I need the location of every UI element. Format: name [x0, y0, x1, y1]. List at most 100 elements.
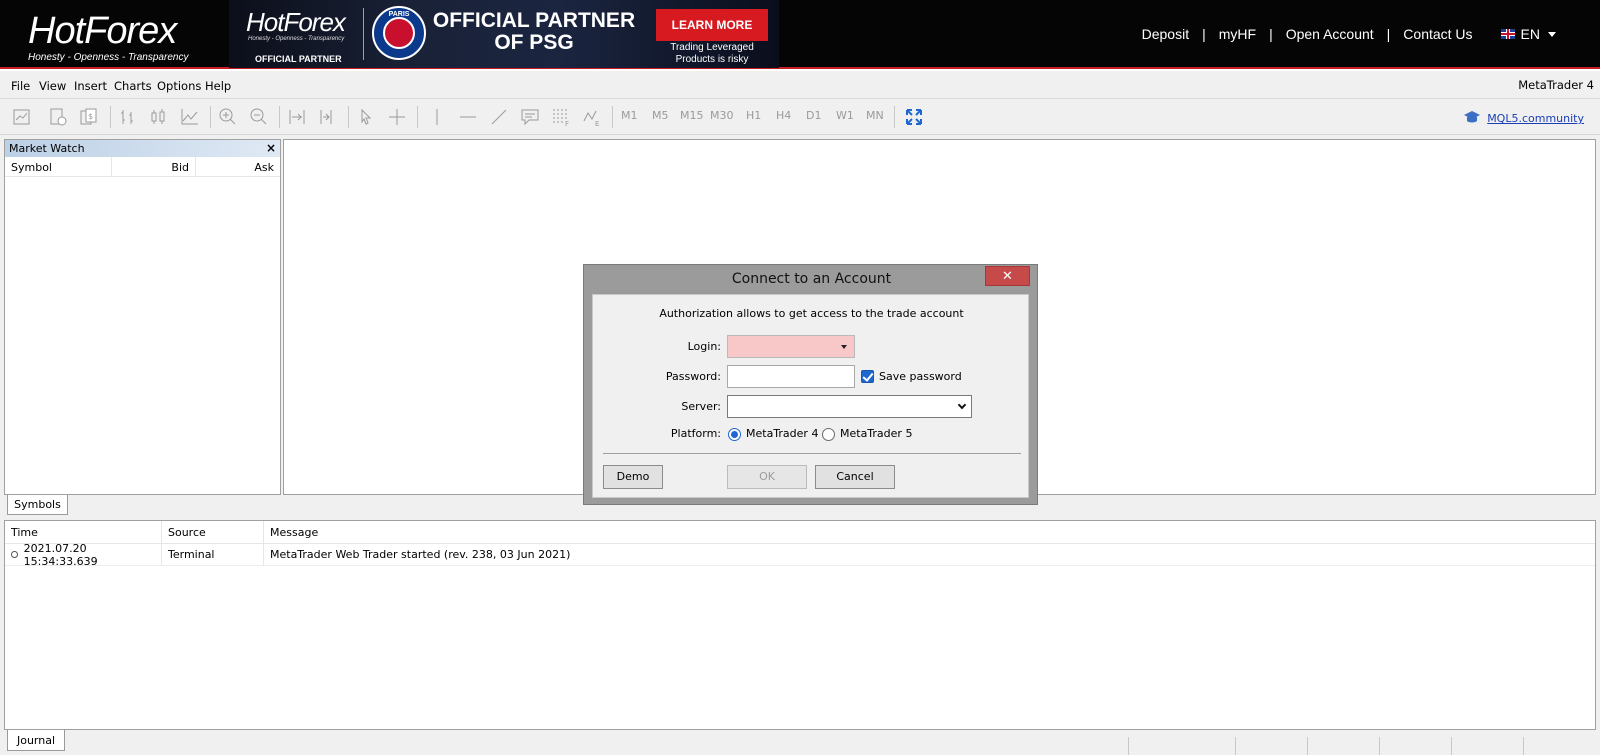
nav-contact-us[interactable]: Contact Us	[1403, 26, 1472, 42]
svg-text:$: $	[88, 112, 93, 121]
elliott-wave-icon[interactable]: E	[580, 105, 604, 129]
top-nav: Deposit | myHF | Open Account | Contact …	[1142, 26, 1556, 42]
profiles-icon[interactable]	[46, 105, 70, 129]
fibonacci-icon[interactable]: F	[549, 105, 573, 129]
timeframe-mn[interactable]: MN	[866, 109, 884, 122]
line-chart-icon[interactable]	[178, 105, 202, 129]
ok-button[interactable]: OK	[727, 465, 807, 489]
hotforex-logo[interactable]: HotForex Honesty - Openness - Transparen…	[28, 10, 198, 65]
mql5-community-link[interactable]: MQL5.community	[1463, 110, 1584, 127]
banner-divider	[363, 8, 364, 60]
status-bar	[0, 734, 1600, 755]
column-source[interactable]: Source	[162, 521, 264, 543]
banner-risk-note: Trading Leveraged Products is risky	[670, 42, 754, 65]
timeframe-m5[interactable]: M5	[652, 109, 669, 122]
column-symbol[interactable]: Symbol	[5, 157, 112, 176]
column-message[interactable]: Message	[264, 521, 1595, 543]
trendline-icon[interactable]	[487, 105, 511, 129]
toolbar-separator	[110, 106, 111, 128]
status-divider	[1523, 737, 1524, 755]
zoom-out-icon[interactable]	[247, 105, 271, 129]
cancel-button[interactable]: Cancel	[815, 465, 895, 489]
bar-chart-icon[interactable]	[116, 105, 140, 129]
journal-message-cell: MetaTrader Web Trader started (rev. 238,…	[270, 548, 571, 561]
menu-charts[interactable]: Charts	[114, 79, 152, 93]
tab-journal[interactable]: Journal	[7, 730, 65, 751]
market-watch-icon[interactable]: $	[77, 105, 101, 129]
log-status-icon	[11, 551, 18, 558]
dialog-body: Authorization allows to get access to th…	[592, 294, 1029, 498]
brand-name: HotForex	[28, 10, 177, 52]
timeframe-m30[interactable]: M30	[710, 109, 734, 122]
timeframe-h1[interactable]: H1	[746, 109, 761, 122]
toolbar-separator	[279, 106, 280, 128]
brand-tagline: Honesty - Openness - Transparency	[28, 52, 189, 63]
save-password-checkbox[interactable]	[861, 370, 874, 383]
column-ask[interactable]: Ask	[196, 157, 280, 176]
close-icon[interactable]: ×	[266, 141, 276, 155]
language-label: EN	[1520, 26, 1540, 42]
password-label: Password:	[665, 370, 721, 383]
login-label: Login:	[687, 340, 721, 353]
column-time[interactable]: Time	[5, 521, 162, 543]
platform-mt5-label[interactable]: MetaTrader 5	[840, 427, 912, 440]
new-chart-icon[interactable]	[10, 105, 34, 129]
crosshair-icon[interactable]	[385, 105, 409, 129]
timeframe-m1[interactable]: M1	[621, 109, 638, 122]
timeframe-m15[interactable]: M15	[680, 109, 704, 122]
learn-more-button[interactable]: LEARN MORE	[656, 9, 768, 41]
vertical-line-icon[interactable]	[425, 105, 449, 129]
timeframe-h4[interactable]: H4	[776, 109, 791, 122]
toolbar-separator	[417, 106, 418, 128]
banner-partner-label: OFFICIAL PARTNER	[255, 54, 342, 64]
menu-insert[interactable]: Insert	[74, 79, 107, 93]
fullscreen-icon[interactable]	[902, 105, 926, 129]
nav-separator: |	[1386, 26, 1391, 42]
market-watch-titlebar: Market Watch ×	[5, 140, 280, 157]
tab-symbols[interactable]: Symbols	[7, 495, 68, 515]
platform-mt4-radio[interactable]	[728, 428, 741, 441]
status-divider	[1451, 737, 1452, 755]
nav-open-account[interactable]: Open Account	[1286, 26, 1374, 42]
candlestick-icon[interactable]	[147, 105, 171, 129]
auto-scroll-icon[interactable]	[285, 105, 309, 129]
connect-account-dialog: Connect to an Account ✕ Authorization al…	[583, 264, 1038, 505]
save-password-label[interactable]: Save password	[879, 370, 962, 383]
menu-help[interactable]: Help	[205, 79, 231, 93]
login-combobox[interactable]	[727, 335, 855, 358]
nav-separator: |	[1202, 26, 1206, 42]
timeframe-d1[interactable]: D1	[806, 109, 821, 122]
cursor-icon[interactable]	[354, 105, 378, 129]
platform-mt5-radio[interactable]	[822, 428, 835, 441]
zoom-in-icon[interactable]	[216, 105, 240, 129]
site-header: HotForex Honesty - Openness - Transparen…	[0, 0, 1600, 69]
nav-myhf[interactable]: myHF	[1219, 26, 1256, 42]
table-row[interactable]: 2021.07.20 15:34:33.639 Terminal MetaTra…	[5, 542, 1595, 568]
dialog-close-button[interactable]: ✕	[985, 266, 1030, 286]
language-selector[interactable]: EN	[1500, 26, 1556, 42]
platform-label: Platform:	[670, 427, 721, 440]
platform-mt4-label[interactable]: MetaTrader 4	[746, 427, 818, 440]
toolbar-separator	[210, 106, 211, 128]
dialog-divider	[603, 453, 1021, 454]
psg-crest-inner	[383, 17, 415, 49]
chart-shift-icon[interactable]	[316, 105, 340, 129]
column-bid[interactable]: Bid	[112, 157, 196, 176]
timeframe-w1[interactable]: W1	[836, 109, 854, 122]
menu-view[interactable]: View	[39, 79, 66, 93]
server-select[interactable]	[727, 395, 972, 418]
status-divider	[1128, 737, 1129, 755]
text-label-icon[interactable]	[518, 105, 542, 129]
nav-deposit[interactable]: Deposit	[1142, 26, 1189, 42]
menu-file[interactable]: File	[11, 79, 30, 93]
toolbar-separator	[894, 106, 895, 128]
password-field[interactable]	[727, 365, 855, 388]
nav-separator: |	[1269, 26, 1273, 42]
psg-partner-banner[interactable]: HotForex Honesty - Openness - Transparen…	[229, 0, 779, 68]
status-divider	[1235, 737, 1236, 755]
menu-options[interactable]: Options	[157, 79, 201, 93]
dialog-title: Connect to an Account	[731, 271, 892, 287]
psg-crest-icon: PARIS	[372, 6, 426, 60]
horizontal-line-icon[interactable]	[456, 105, 480, 129]
demo-button[interactable]: Demo	[603, 465, 663, 489]
